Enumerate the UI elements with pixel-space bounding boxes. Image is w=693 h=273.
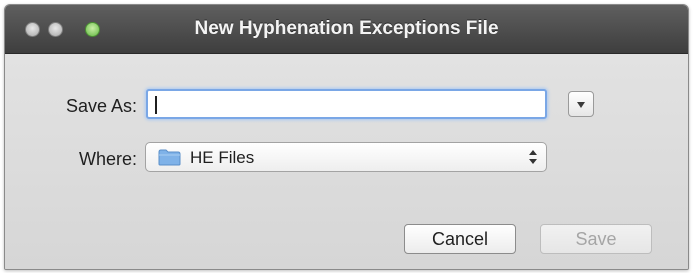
- cancel-button[interactable]: Cancel: [404, 224, 516, 254]
- folder-icon: [158, 149, 181, 166]
- where-popup-menu[interactable]: HE Files: [145, 142, 547, 172]
- dialog-window: New Hyphenation Exceptions File Save As:…: [4, 4, 689, 270]
- save-as-input[interactable]: [146, 89, 547, 119]
- where-selected-value: HE Files: [190, 148, 255, 167]
- save-button[interactable]: Save: [540, 224, 652, 254]
- dialog-content: Save As: Where: HE Files Cancel Save: [5, 54, 688, 269]
- text-cursor: [155, 96, 157, 114]
- save-as-label: Save As:: [65, 96, 137, 116]
- expand-dialog-button[interactable]: [568, 91, 594, 117]
- up-down-arrows-icon: [529, 150, 537, 166]
- window-title: New Hyphenation Exceptions File: [194, 18, 499, 39]
- where-label: Where:: [78, 149, 137, 169]
- disclosure-triangle-icon: [577, 102, 585, 108]
- title-bar[interactable]: New Hyphenation Exceptions File: [5, 5, 688, 54]
